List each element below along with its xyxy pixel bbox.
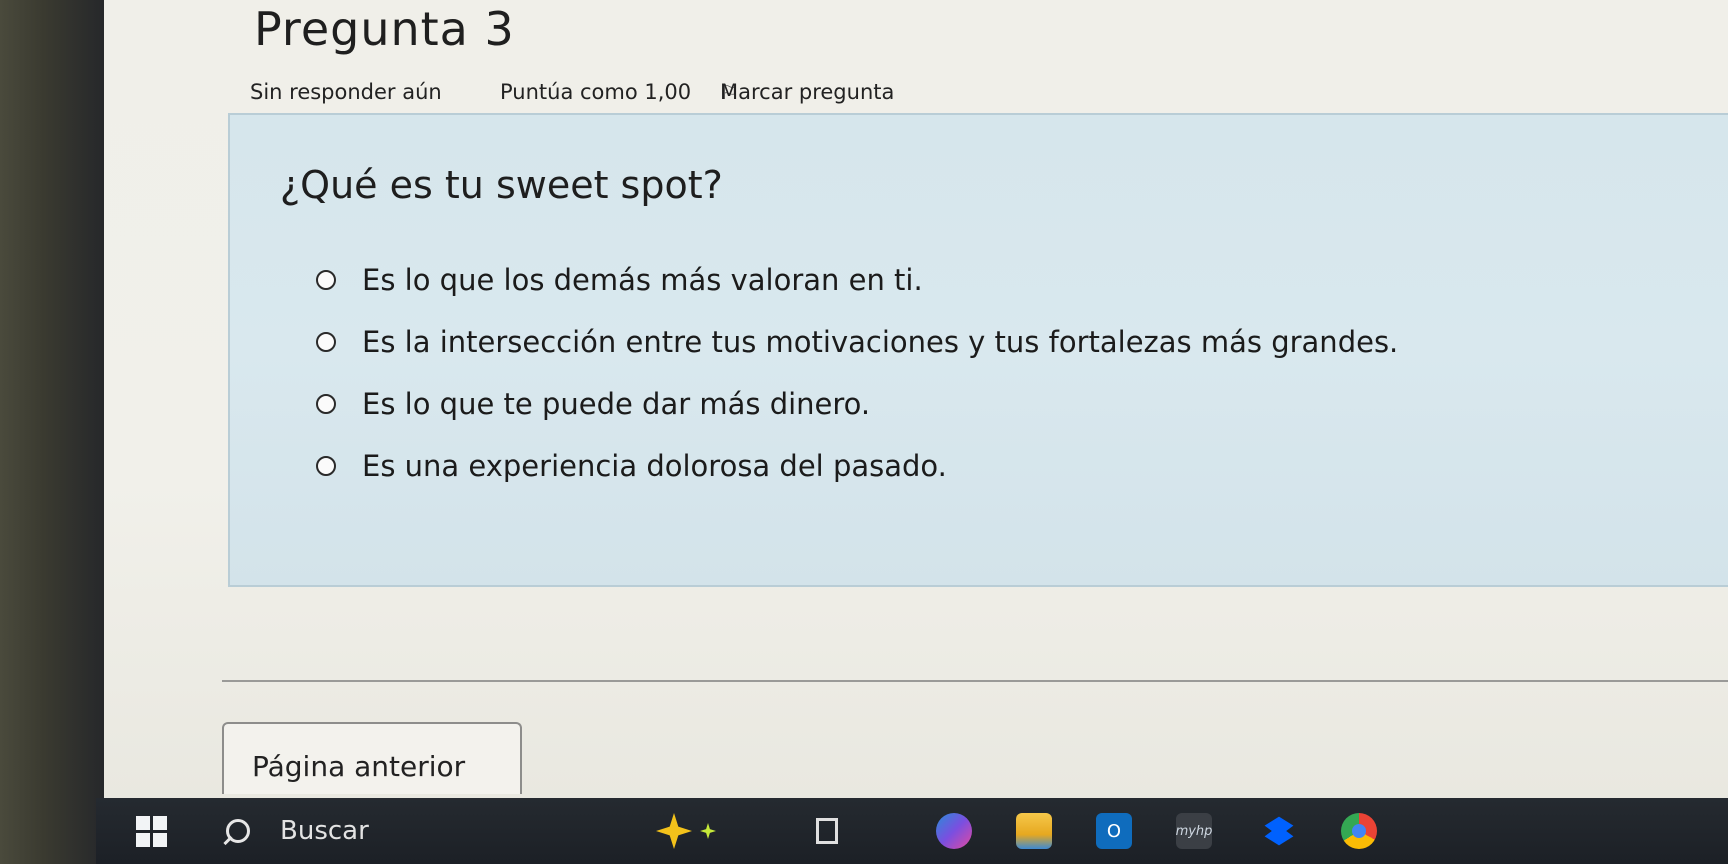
answer-label: Es la intersección entre tus motivacione… xyxy=(362,325,1399,359)
answer-label: Es lo que los demás más valoran en ti. xyxy=(362,263,923,297)
radio-button[interactable] xyxy=(316,270,336,290)
outlook-icon: O xyxy=(1096,813,1132,849)
copilot-button[interactable] xyxy=(936,798,972,864)
copilot-icon xyxy=(936,813,972,849)
file-explorer-button[interactable] xyxy=(1016,798,1052,864)
answer-option-b[interactable]: Es la intersección entre tus motivacione… xyxy=(316,325,1398,359)
question-points: Puntúa como 1,00 xyxy=(500,80,692,104)
answer-option-d[interactable]: Es una experiencia dolorosa del pasado. xyxy=(316,449,947,483)
flag-question-label: Marcar pregunta xyxy=(720,80,895,104)
outlook-button[interactable]: O xyxy=(1096,798,1132,864)
chrome-icon xyxy=(1341,813,1377,849)
answer-option-c[interactable]: Es lo que te puede dar más dinero. xyxy=(316,387,870,421)
sparkle-icon[interactable] xyxy=(656,798,716,864)
quiz-page: Pregunta 3 Sin responder aún Puntúa como… xyxy=(104,0,1728,800)
dropbox-button[interactable] xyxy=(1261,798,1297,864)
chrome-button[interactable] xyxy=(1341,798,1377,864)
task-view-button[interactable] xyxy=(816,798,838,864)
question-title: Pregunta 3 xyxy=(254,2,515,56)
answer-label: Es una experiencia dolorosa del pasado. xyxy=(362,449,947,483)
question-status: Sin responder aún xyxy=(250,80,442,104)
answer-option-a[interactable]: Es lo que los demás más valoran en ti. xyxy=(316,263,923,297)
radio-button[interactable] xyxy=(316,394,336,414)
search-placeholder: Buscar xyxy=(280,816,369,846)
radio-button[interactable] xyxy=(316,456,336,476)
myhp-button[interactable]: myhp xyxy=(1176,798,1212,864)
taskbar: Buscar O myhp xyxy=(96,798,1728,864)
monitor-bezel xyxy=(0,0,110,864)
windows-icon xyxy=(136,815,167,847)
radio-button[interactable] xyxy=(316,332,336,352)
search-icon xyxy=(226,819,250,843)
divider xyxy=(222,680,1728,682)
dropbox-icon xyxy=(1264,816,1294,846)
task-view-icon xyxy=(816,818,838,844)
question-box: ¿Qué es tu sweet spot? Es lo que los dem… xyxy=(228,113,1728,587)
answer-label: Es lo que te puede dar más dinero. xyxy=(362,387,871,421)
question-text: ¿Qué es tu sweet spot? xyxy=(280,163,723,207)
previous-page-button[interactable]: Página anterior xyxy=(222,722,522,794)
start-button[interactable] xyxy=(136,798,167,864)
file-explorer-icon xyxy=(1016,813,1052,849)
previous-page-label: Página anterior xyxy=(252,750,466,783)
myhp-icon: myhp xyxy=(1176,813,1212,849)
